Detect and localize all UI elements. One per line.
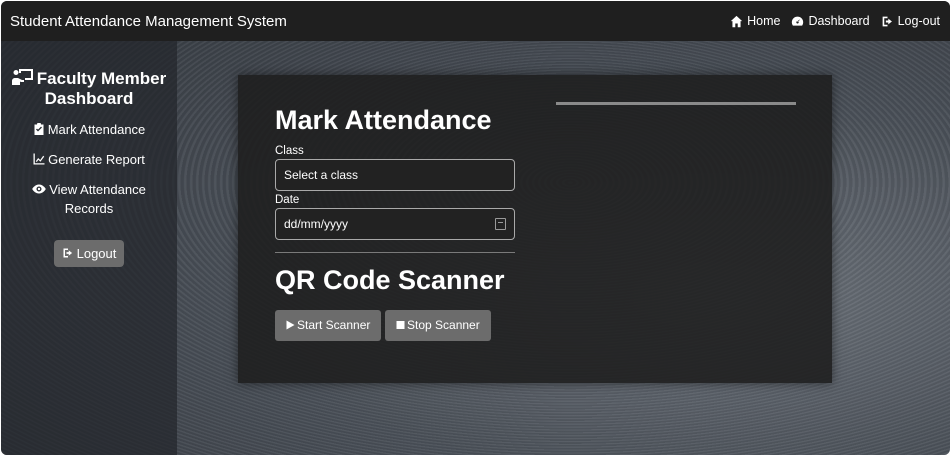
- logout-label: Logout: [76, 246, 117, 261]
- home-icon: [730, 15, 743, 27]
- sidebar-item-generate-report[interactable]: Generate Report: [1, 150, 177, 169]
- sign-out-icon: [63, 248, 72, 258]
- stop-scanner-button[interactable]: Stop Scanner: [385, 310, 491, 341]
- gauge-icon: [792, 16, 804, 26]
- app-window: Student Attendance Management System Hom…: [1, 1, 950, 455]
- nav-dashboard-link[interactable]: Dashboard: [791, 14, 870, 28]
- sidebar-item-mark-attendance[interactable]: Mark Attendance: [1, 120, 177, 139]
- start-scanner-button[interactable]: Start Scanner: [275, 310, 382, 341]
- eye-icon: [32, 184, 46, 194]
- sidebar-item-label: Generate Report: [48, 152, 145, 167]
- date-placeholder: dd/mm/yyyy: [284, 217, 349, 231]
- sidebar-item-label: Mark Attendance: [47, 122, 146, 137]
- stop-scanner-label: Stop Scanner: [407, 318, 480, 332]
- sidebar: Faculty Member Dashboard Mark Attendance…: [1, 41, 177, 455]
- sidebar-logout-button[interactable]: Logout: [53, 240, 125, 267]
- divider: [556, 102, 796, 105]
- class-select-value: Select a class: [284, 168, 359, 182]
- nav-logout-link[interactable]: Log-out: [881, 14, 940, 28]
- attendance-card: Mark Attendance Class Select a class Dat…: [238, 75, 832, 383]
- qr-scanner-heading: QR Code Scanner: [275, 265, 505, 295]
- line-chart-icon: [33, 153, 45, 165]
- nav-dashboard-label: Dashboard: [808, 14, 870, 28]
- calendar-icon[interactable]: [495, 218, 506, 230]
- class-select[interactable]: Select a class: [275, 159, 515, 191]
- sidebar-item-view-attendance-records[interactable]: View Attendance Records: [1, 180, 177, 218]
- sidebar-title: Faculty Member Dashboard: [1, 68, 177, 109]
- play-icon: [286, 320, 295, 330]
- app-title: Student Attendance Management System: [10, 12, 287, 30]
- sidebar-item-label: View Attendance Records: [49, 182, 146, 216]
- sidebar-title-text: Faculty Member Dashboard: [36, 69, 167, 108]
- divider: [275, 252, 515, 253]
- chalkboard-teacher-icon: [11, 69, 33, 85]
- date-input[interactable]: dd/mm/yyyy: [275, 208, 515, 240]
- class-label: Class: [275, 145, 304, 157]
- nav-home-label: Home: [747, 14, 781, 28]
- sign-out-icon: [882, 16, 892, 26]
- date-label: Date: [275, 194, 300, 206]
- mark-attendance-heading: Mark Attendance: [275, 105, 492, 135]
- nav-logout-label: Log-out: [897, 14, 940, 28]
- start-scanner-label: Start Scanner: [297, 318, 371, 332]
- nav-links: Home Dashboard Log-out: [730, 14, 940, 28]
- top-navbar: Student Attendance Management System Hom…: [1, 1, 950, 41]
- stop-icon: [396, 321, 405, 329]
- clipboard-check-icon: [34, 122, 44, 135]
- nav-home-link[interactable]: Home: [730, 14, 780, 28]
